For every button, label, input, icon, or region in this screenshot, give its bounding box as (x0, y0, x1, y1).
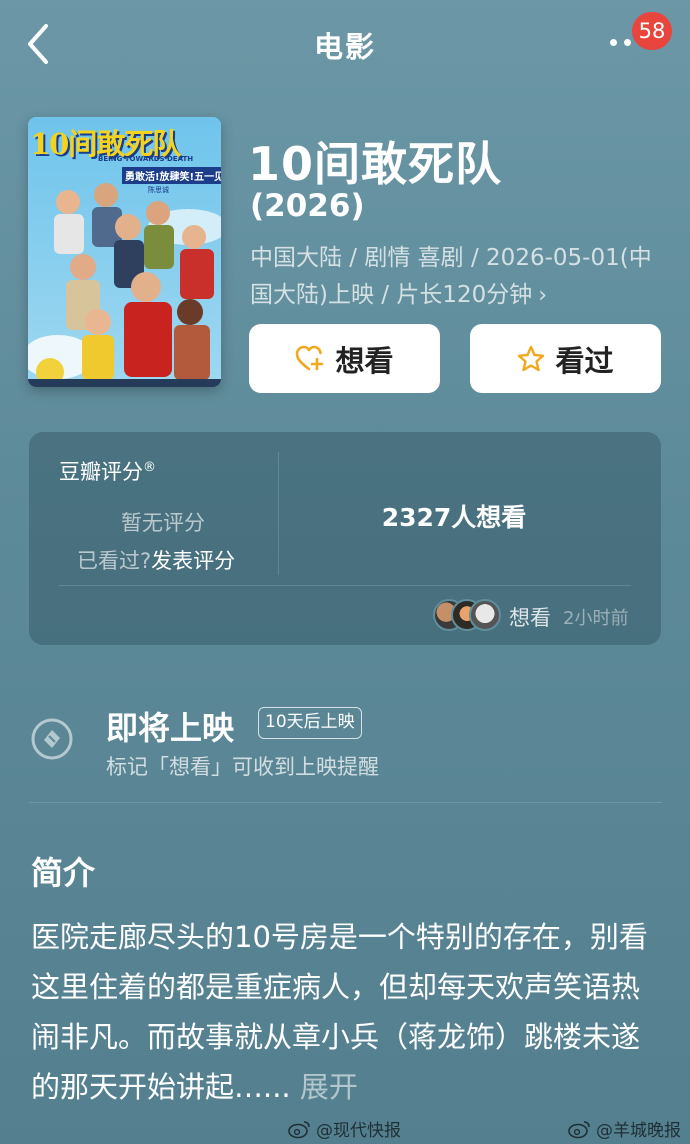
registered-mark: ® (143, 460, 156, 475)
more-dots-icon (610, 39, 617, 46)
watched-label: 看过 (555, 343, 614, 378)
upcoming-title: 即将上映 (106, 709, 235, 747)
activity-time: 2小时前 (563, 608, 629, 629)
want-count[interactable]: 2327人想看 (279, 498, 629, 534)
top-bar: 电影 58 (0, 0, 690, 90)
watermark-right-text: @羊城晚报 (596, 1121, 681, 1141)
rating-card: 豆瓣评分® 暂无评分 已看过?发表评分 2327人想看 想看 2小时前 (29, 432, 661, 645)
watermark-right: @羊城晚报 (568, 1116, 681, 1141)
movie-title: 10间敢死队 (248, 137, 503, 191)
no-rating-text: 暂无评分 (121, 511, 205, 535)
seen-question-text: 已看过? (77, 549, 152, 573)
expand-link[interactable]: 展开 (300, 1070, 358, 1104)
poster-credit: 陈思诚 (148, 186, 169, 194)
seen-question: 已看过?发表评分 (77, 545, 235, 575)
activity-label: 想看 (509, 606, 551, 630)
rating-header: 豆瓣评分® (59, 456, 156, 486)
movie-year: (2026) (250, 188, 365, 224)
ticket-icon (31, 718, 73, 760)
heart-plus-icon (296, 345, 324, 370)
weibo-icon (288, 1120, 310, 1138)
poster-subtitle: BEING TOWARDS DEATH (98, 155, 194, 163)
horizontal-divider (59, 585, 631, 586)
weibo-icon (568, 1120, 590, 1138)
watermark-left-text: @现代快报 (316, 1121, 401, 1141)
synopsis-text: 医院走廊尽头的10号房是一个特别的存在，别看这里住着的都是重症病人，但却每天欢声… (31, 912, 663, 1112)
rating-header-text: 豆瓣评分 (59, 460, 143, 484)
page-title: 电影 (313, 30, 376, 64)
watermark-left: @现代快报 (288, 1116, 401, 1141)
movie-meta[interactable]: 中国大陆 / 剧情 喜剧 / 2026-05-01(中国大陆)上映 / 片长12… (250, 240, 670, 314)
avatar (469, 599, 501, 631)
section-divider (29, 802, 662, 803)
upcoming-subtitle: 标记「想看」可收到上映提醒 (106, 755, 379, 779)
notification-badge[interactable]: 58 (632, 12, 672, 50)
avatar-group[interactable] (433, 599, 505, 631)
synopsis-title: 简介 (31, 854, 96, 892)
movie-poster[interactable]: 10间敢死队 BEING TOWARDS DEATH 勇敢活!放肆笑!五一见! … (28, 117, 221, 387)
want-to-watch-button[interactable]: 想看 (249, 324, 440, 393)
poster-tagline: 勇敢活!放肆笑!五一见! (122, 167, 221, 184)
upcoming-badge: 10天后上映 (258, 707, 362, 739)
watched-button[interactable]: 看过 (470, 324, 661, 393)
movie-meta-text: 中国大陆 / 剧情 喜剧 / 2026-05-01(中国大陆)上映 / 片长12… (250, 245, 652, 308)
more-dots-icon (624, 39, 631, 46)
post-rating-link[interactable]: 发表评分 (151, 549, 235, 573)
chevron-right-icon: › (538, 283, 548, 308)
want-to-watch-label: 想看 (335, 343, 394, 378)
star-icon (518, 345, 545, 371)
